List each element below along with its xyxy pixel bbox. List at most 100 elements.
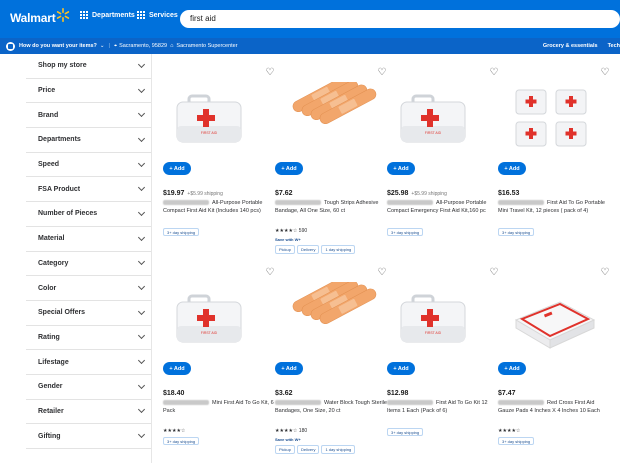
product-title[interactable]: All-Purpose Portable Compact Emergency F… [387, 199, 499, 215]
product-title[interactable]: Red Cross First Aid Gauze Pads 4 Inches … [498, 399, 610, 415]
filter-label: Lifestage [38, 358, 69, 366]
blurred-brand [387, 400, 433, 406]
chevron-down-icon [137, 159, 146, 167]
store-text[interactable]: Sacramento Supercenter [176, 43, 237, 49]
filter-number-of-pieces[interactable]: Number of Pieces [26, 202, 151, 227]
filter-gender[interactable]: Gender [26, 375, 151, 400]
product-card[interactable]: ♡ FIRST AID + Add $19.97 +$5.99 shipping … [163, 68, 275, 258]
add-button[interactable]: + Add [275, 162, 303, 175]
product-title[interactable]: Tough Strips Adhesive Bandage, All One S… [275, 199, 387, 215]
heart-icon[interactable]: ♡ [265, 268, 275, 278]
product-title[interactable]: Water Block Tough Sterile Bandages, One … [275, 399, 387, 415]
product-price: $16.53 [498, 190, 520, 197]
product-image[interactable] [498, 282, 610, 356]
product-card[interactable]: ♡ FIRST AID + Add $12.98 First Aid To Go… [387, 268, 499, 458]
departments-button[interactable]: Departments [80, 11, 135, 19]
chevron-down-icon [137, 85, 146, 93]
heart-icon[interactable]: ♡ [377, 68, 387, 78]
product-image[interactable]: FIRST AID [387, 282, 499, 356]
product-image[interactable] [498, 82, 610, 156]
product-card[interactable]: ♡ FIRST AID + Add $25.98 +$5.99 shipping … [387, 68, 499, 258]
shipping-badge: 3+ day shipping [387, 428, 424, 436]
tech-link[interactable]: Tech [608, 43, 620, 49]
filter-label: Gender [38, 383, 63, 391]
product-image[interactable] [275, 76, 387, 156]
chevron-down-icon: ⌄ [99, 43, 105, 49]
product-price: $3.62 [275, 390, 293, 397]
rating-stars: ★★★★☆ 180 [275, 428, 308, 434]
location-pin-icon: ⌖ [113, 42, 118, 49]
add-button[interactable]: + Add [498, 362, 526, 375]
product-image[interactable]: FIRST AID [163, 282, 275, 356]
chevron-down-icon [137, 307, 146, 315]
filter-brand[interactable]: Brand [26, 103, 151, 129]
fulfillment-question[interactable]: How do you want your items? [19, 43, 97, 49]
save-with-label: Save with W+ [275, 437, 301, 442]
add-button[interactable]: + Add [275, 362, 303, 375]
filter-label: Brand [38, 111, 59, 119]
filter-label: Gifting [38, 432, 61, 440]
filter-gifting[interactable]: Gifting [26, 424, 151, 449]
save-with-label: Save with W+ [275, 237, 301, 242]
filter-special-offers[interactable]: Special Offers [26, 301, 151, 326]
product-title[interactable]: Mini First Aid To Go Kit, 6 Pack [163, 399, 275, 415]
filter-price[interactable]: Price [26, 79, 151, 104]
product-image[interactable]: FIRST AID [163, 82, 275, 156]
chevron-down-icon [137, 110, 146, 118]
svg-text:FIRST AID: FIRST AID [201, 131, 218, 135]
filter-material[interactable]: Material [26, 227, 151, 252]
shipping-badge: 3+ day shipping [163, 228, 200, 236]
filter-label: Category [38, 259, 69, 267]
product-image[interactable] [275, 276, 387, 356]
add-button[interactable]: + Add [387, 362, 415, 375]
services-button[interactable]: Services [137, 11, 178, 19]
fulfillment-icon [6, 41, 15, 51]
product-image[interactable]: FIRST AID [387, 82, 499, 156]
add-button[interactable]: + Add [498, 162, 526, 175]
shipping-badge: 3+ day shipping [498, 437, 535, 445]
product-price: $7.62 [275, 190, 293, 197]
filter-label: Speed [38, 161, 60, 169]
product-title[interactable]: First Aid To Go Portable Mini Travel Kit… [498, 199, 610, 215]
add-button[interactable]: + Add [163, 162, 191, 175]
filter-departments[interactable]: Departments [26, 128, 151, 153]
blurred-brand [498, 400, 544, 406]
search-input[interactable]: first aid [180, 10, 620, 28]
filter-rating[interactable]: Rating [26, 326, 151, 351]
heart-icon[interactable]: ♡ [600, 68, 610, 78]
heart-icon[interactable]: ♡ [600, 268, 610, 278]
product-price: $18.40 [163, 390, 185, 397]
location-text[interactable]: Sacramento, 95829 [119, 43, 167, 49]
filter-category[interactable]: Category [26, 252, 151, 277]
filter-fsa-product[interactable]: FSA Product [26, 177, 151, 203]
blurred-brand [275, 400, 321, 406]
chevron-down-icon [137, 60, 146, 68]
product-card[interactable]: ♡ + Add $3.62 Water Block Tough Sterile … [275, 268, 387, 458]
chevron-down-icon [137, 332, 146, 340]
chevron-down-icon [137, 208, 146, 217]
filter-lifestage[interactable]: Lifestage [26, 350, 151, 375]
add-button[interactable]: + Add [387, 162, 415, 175]
filter-color[interactable]: Color [26, 276, 151, 301]
top-header: Walmart Departments Services first aid [0, 0, 620, 38]
product-card[interactable]: ♡ FIRST AID + Add $18.40 Mini First Aid … [163, 268, 275, 458]
filter-retailer[interactable]: Retailer [26, 400, 151, 425]
chevron-down-icon [137, 406, 146, 414]
filter-shop-my-store[interactable]: Shop my store [26, 54, 151, 79]
product-card[interactable]: ♡ + Add $7.62 Tough Strips Adhesive Band… [275, 68, 387, 258]
product-card[interactable]: ♡ + Add $16.53 First Aid To Go Portable … [498, 68, 610, 258]
filter-speed[interactable]: Speed [26, 153, 151, 178]
svg-text:FIRST AID: FIRST AID [201, 331, 218, 335]
walmart-logo[interactable]: Walmart [10, 11, 56, 25]
svg-text:FIRST AID: FIRST AID [425, 131, 442, 135]
chevron-down-icon [137, 184, 146, 192]
product-title[interactable]: All-Purpose Portable Compact First Aid K… [163, 199, 275, 215]
product-title[interactable]: First Aid To Go Kit 12 Items 1 Each (Pac… [387, 399, 499, 415]
rating-stars: ★★★★☆ [163, 428, 186, 434]
heart-icon[interactable]: ♡ [377, 268, 387, 278]
product-card[interactable]: ♡ + Add $7.47 Red Cross First Aid Gauze … [498, 268, 610, 458]
heart-icon[interactable]: ♡ [265, 68, 275, 78]
grocery-link[interactable]: Grocery & essentials [543, 43, 598, 49]
chevron-down-icon [137, 381, 146, 389]
add-button[interactable]: + Add [163, 362, 191, 375]
